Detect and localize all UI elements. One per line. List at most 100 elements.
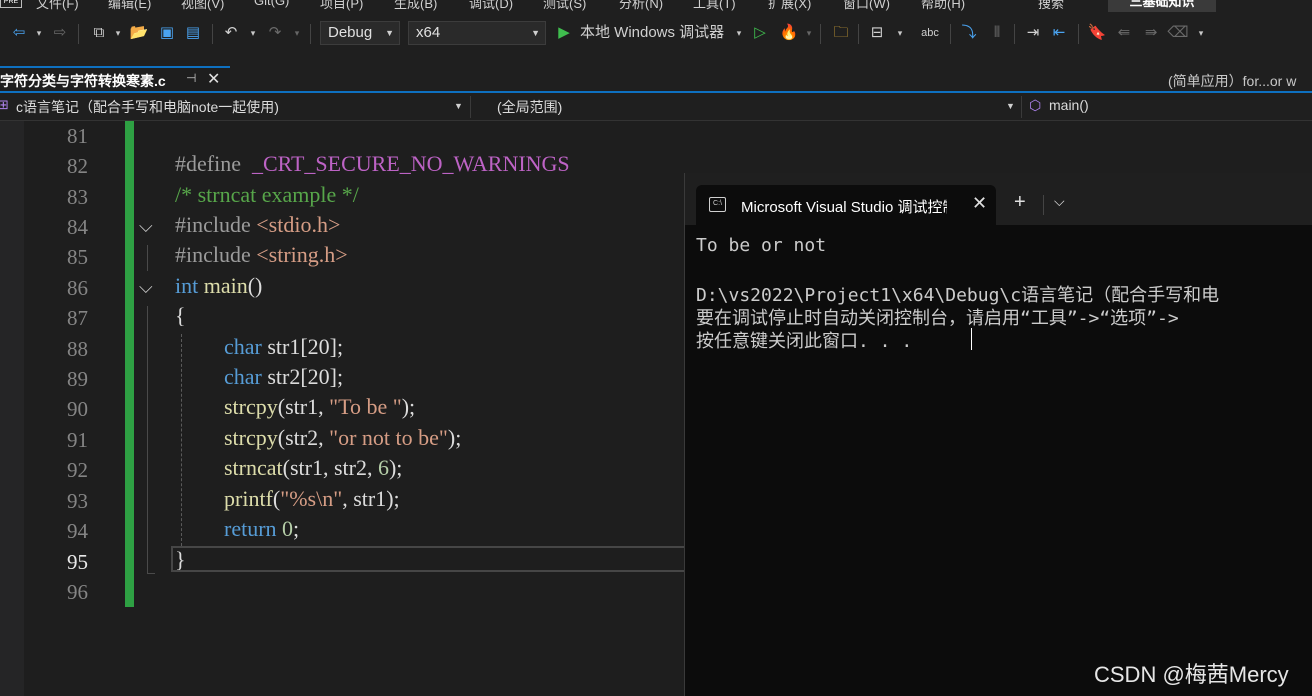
tab-title: 字符分类与字符转换寒素.c: [0, 73, 166, 89]
toolbar-overflow-icon[interactable]: ▾: [1194, 22, 1208, 44]
hot-reload-icon[interactable]: 🔥: [778, 22, 800, 44]
line-number: 93: [67, 489, 88, 513]
platform-value: x64: [416, 24, 441, 41]
debug-target-dropdown-icon[interactable]: ▾: [734, 22, 744, 44]
new-dropdown-icon[interactable]: ▾: [113, 22, 123, 44]
line-number: 82: [67, 154, 88, 178]
console-tab[interactable]: C:\ Microsoft Visual Studio 调试控制台 ✕: [696, 185, 996, 225]
new-tab-icon[interactable]: +: [1014, 191, 1026, 214]
line-number: 87: [67, 306, 88, 330]
chevron-down-icon: ▼: [531, 28, 540, 38]
indent-icon[interactable]: ⇥: [1022, 22, 1044, 44]
hot-reload-dropdown-icon[interactable]: ▾: [804, 22, 814, 44]
tab-overflow-label[interactable]: (简单应用）for...or w: [1168, 71, 1296, 91]
scope-dropdown[interactable]: (全局范围): [497, 97, 562, 117]
menu-analyze[interactable]: 分析(N): [619, 0, 663, 12]
code-line-95: }: [175, 547, 186, 572]
platform-select[interactable]: x64 ▼: [408, 21, 546, 45]
document-tabs: 字符分类与字符转换寒素.c ⊣ ✕ (简单应用）for...or w: [0, 56, 1312, 93]
new-project-icon[interactable]: ⧉: [88, 22, 110, 44]
undo-dropdown-icon[interactable]: ▾: [248, 22, 258, 44]
debug-console-window[interactable]: C:\ Microsoft Visual Studio 调试控制台 ✕ + ⌵ …: [684, 173, 1312, 696]
code-line-87: {: [175, 303, 186, 328]
code-line-89: char str2[20];: [224, 364, 344, 389]
menu-project[interactable]: 项目(P): [320, 0, 363, 12]
menu-tools[interactable]: 工具(T): [693, 0, 736, 12]
menu-edit[interactable]: 编辑(E): [108, 0, 151, 12]
tab-active-file[interactable]: 字符分类与字符转换寒素.c ⊣ ✕: [0, 66, 230, 93]
console-output-line: 按任意键关闭此窗口. . .: [696, 331, 913, 352]
code-line-92: strncat(str1, str2, 6);: [224, 455, 403, 480]
line-number: 90: [67, 397, 88, 421]
code-line-90: strcpy(str1, "To be ");: [224, 394, 416, 419]
chevron-down-icon: ▼: [385, 28, 394, 38]
close-icon[interactable]: ✕: [207, 69, 220, 89]
menu-build[interactable]: 生成(B): [394, 0, 437, 12]
collapse-icon[interactable]: ⌵: [139, 277, 153, 298]
menu-view[interactable]: 视图(V): [181, 0, 224, 12]
member-icon: ⬡: [1029, 97, 1042, 113]
config-select[interactable]: Debug ▼: [320, 21, 400, 45]
project-icon: ⊞: [0, 97, 9, 112]
spellcheck-icon[interactable]: abc: [918, 22, 942, 44]
redo-dropdown-icon[interactable]: ▾: [292, 22, 302, 44]
line-number-current: 95: [67, 550, 88, 574]
line-number: 83: [67, 185, 88, 209]
code-line-83: /* strncat example */: [175, 182, 359, 207]
console-output-line: To be or not: [696, 235, 827, 256]
line-number: 94: [67, 519, 88, 543]
back-dropdown-icon[interactable]: ▾: [34, 22, 44, 44]
menu-git[interactable]: Git(G): [254, 0, 289, 8]
start-debug-button[interactable]: 本地 Windows 调试器: [580, 22, 724, 44]
code-line-88: char str1[20];: [224, 334, 344, 359]
step-into-icon[interactable]: ⤵: [958, 22, 980, 44]
forward-icon[interactable]: ⇨: [50, 22, 70, 44]
change-tracking-bar: [125, 121, 134, 607]
redo-icon[interactable]: ↷: [264, 22, 286, 44]
find-in-files-icon[interactable]: 🗀: [830, 22, 852, 44]
code-line-93: printf("%s\n", str1);: [224, 486, 400, 511]
member-dropdown[interactable]: main(): [1049, 97, 1089, 113]
toolbar: ⇦ ▾ ⇨ ⧉ ▾ 📂 ▣ ▤ ↶ ▾ ↷ ▾ Debug ▼ x64 ▼ ▶ …: [0, 12, 1312, 56]
code-line-86: int main(): [175, 273, 263, 298]
menu-debug[interactable]: 调试(D): [469, 0, 513, 12]
code-line-94: return 0;: [224, 516, 300, 541]
pin-icon[interactable]: ⊣: [186, 71, 196, 85]
step-over-icon[interactable]: ⫴: [986, 22, 1008, 44]
menu-file[interactable]: 文件(F): [36, 0, 79, 12]
app-badge: PRE: [0, 0, 22, 8]
next-bookmark-icon[interactable]: ⇛: [1140, 22, 1162, 44]
outdent-icon[interactable]: ⇤: [1048, 22, 1070, 44]
menu-help[interactable]: 帮助(H): [921, 0, 965, 12]
bookmark-icon[interactable]: 🔖: [1086, 22, 1108, 44]
line-number: 91: [67, 428, 88, 452]
start-without-debug-icon[interactable]: ▷: [750, 22, 770, 44]
open-folder-icon[interactable]: 📂: [128, 22, 150, 44]
project-dropdown[interactable]: c语言笔记（配合手写和电脑note一起使用): [16, 97, 279, 117]
save-all-icon[interactable]: ▤: [182, 22, 204, 44]
menu-window[interactable]: 窗口(W): [843, 0, 890, 12]
line-number: 81: [67, 124, 88, 148]
line-number: 86: [67, 276, 88, 300]
back-icon[interactable]: ⇦: [8, 22, 30, 44]
prev-bookmark-icon[interactable]: ⇚: [1113, 22, 1135, 44]
chevron-down-icon[interactable]: ⌵: [1054, 193, 1065, 210]
code-line-84: #include <stdio.h>: [175, 212, 341, 237]
menu-extensions[interactable]: 扩展(X): [768, 0, 811, 12]
layout-dropdown-icon[interactable]: ▾: [893, 22, 907, 44]
navigation-bar: ⊞ c语言笔记（配合手写和电脑note一起使用) ▼ (全局范围) ▼ ⬡ ma…: [0, 93, 1312, 121]
collapse-icon[interactable]: ⌵: [139, 216, 153, 237]
chevron-down-icon[interactable]: ▼: [454, 101, 463, 111]
clear-bookmarks-icon[interactable]: ⌫: [1167, 22, 1189, 44]
config-value: Debug: [328, 24, 373, 41]
start-debug-icon[interactable]: ▶: [554, 22, 574, 44]
save-icon[interactable]: ▣: [156, 22, 178, 44]
close-icon[interactable]: ✕: [972, 193, 987, 214]
layout-icon[interactable]: ⊟: [866, 22, 888, 44]
undo-icon[interactable]: ↶: [220, 22, 242, 44]
menu-test[interactable]: 测试(S): [543, 0, 586, 12]
chevron-down-icon[interactable]: ▼: [1006, 101, 1015, 111]
search-box[interactable]: 搜索: [1038, 0, 1064, 12]
console-tab-title: Microsoft Visual Studio 调试控制台: [741, 199, 947, 216]
line-number: 84: [67, 215, 88, 239]
